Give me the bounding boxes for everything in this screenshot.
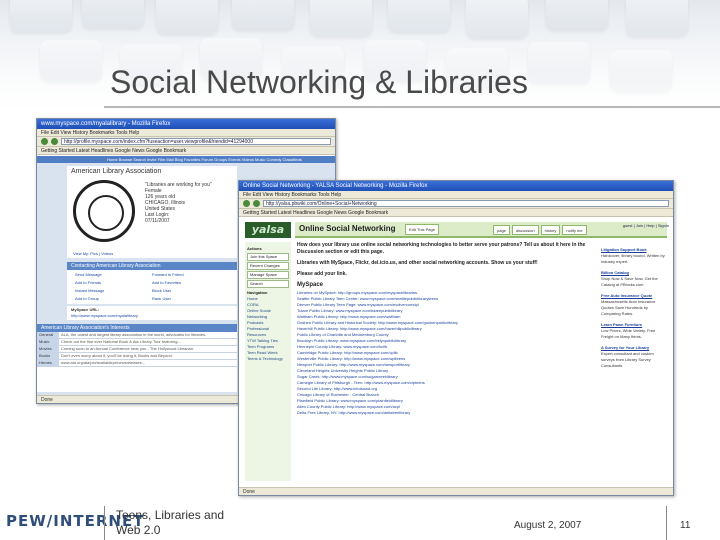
user-links[interactable]: guest | Join | Help | Signin xyxy=(623,223,669,228)
tab-notify[interactable]: notify me xyxy=(562,225,587,235)
footer-caption: Teens, Libraries and Web 2.0 xyxy=(116,508,225,537)
instant-message-link[interactable]: Instant Message xyxy=(75,287,152,295)
footer-bar: PEW/INTERNET Teens, Libraries and Web 2.… xyxy=(0,506,720,540)
interests-header: American Library Association's Interests xyxy=(37,324,237,332)
table-row: General ALA, the oldest and largest libra… xyxy=(37,332,237,339)
contact-header: Contacting American Library Association xyxy=(67,262,237,270)
myspace-url-box: MySpace URL: http://www.myspace.com/myal… xyxy=(67,306,237,320)
send-message-link[interactable]: Send Message xyxy=(75,271,152,279)
list-item[interactable]: Delta Free Library, NY: http://www.myspa… xyxy=(297,410,587,416)
url-field[interactable]: http://profile.myspace.com/index.cfm?fus… xyxy=(61,138,331,145)
join-space-button[interactable]: Join this Space xyxy=(247,253,289,261)
profile-name: American Library Association xyxy=(71,168,162,175)
tab-history[interactable]: history xyxy=(540,225,561,235)
wiki-sidebar: Actions Join this Space Recent Changes M… xyxy=(245,242,291,481)
url-field[interactable]: http://yalsa.pbwiki.com/Online+Social+Ne… xyxy=(263,200,669,207)
page-number: 11 xyxy=(680,520,691,531)
contact-box: Send Message Forward to Friend Add to Fr… xyxy=(67,270,237,304)
yalsa-logo[interactable]: yalsa xyxy=(245,222,291,238)
keyboard-background-image xyxy=(0,0,720,120)
status-bar: Done xyxy=(239,487,673,495)
add-to-friends-link[interactable]: Add to Friends xyxy=(75,279,152,287)
manage-space-button[interactable]: Manage Space xyxy=(247,271,289,279)
sidebar-item-professional-resources[interactable]: Professional Resources xyxy=(247,326,289,338)
table-row: Heroes www.ala.org/ala/pio/availablepr/ne… xyxy=(37,360,237,367)
window-title: www.myspace.com/myalalibrary - Mozilla F… xyxy=(37,119,335,129)
back-icon[interactable] xyxy=(243,200,250,207)
tab-discussion[interactable]: discussion xyxy=(511,225,539,235)
table-row: Books Don't even worry about it, you'll b… xyxy=(37,353,237,360)
address-bar: http://profile.myspace.com/index.cfm?fus… xyxy=(37,137,335,147)
table-row: Movies Coming soon to an Annual Conferenc… xyxy=(37,346,237,353)
view-my-links[interactable]: View My: Pics | Videos xyxy=(73,251,113,256)
add-to-group-link[interactable]: Add to Group xyxy=(75,295,152,303)
bookmarks-bar[interactable]: Getting Started Latest Headlines Google … xyxy=(239,209,673,217)
wiki-header: Online Social Networking Edit This Page … xyxy=(295,222,667,238)
add-to-favorites-link[interactable]: Add to Favorites xyxy=(152,279,229,287)
browser-window-yalsa-wiki: Online Social Networking - YALSA Social … xyxy=(238,180,674,496)
tab-page[interactable]: page xyxy=(493,225,510,235)
block-user-link[interactable]: Block User xyxy=(152,287,229,295)
rank-user-link[interactable]: Rank User xyxy=(152,295,229,303)
forward-icon[interactable] xyxy=(253,200,260,207)
slide-title: Social Networking & Libraries xyxy=(110,64,528,100)
wiki-main-content: How does your library use online social … xyxy=(297,242,587,481)
profile-info: "Libraries are working for you" Female 1… xyxy=(145,182,212,224)
intro-text-2: Libraries with MySpace, Flickr, del.icio… xyxy=(297,260,538,266)
menu-bar[interactable]: File Edit View History Bookmarks Tools H… xyxy=(37,129,335,137)
forward-icon[interactable] xyxy=(51,138,58,145)
interests-table: General ALA, the oldest and largest libra… xyxy=(37,332,237,392)
window-title: Online Social Networking - YALSA Social … xyxy=(239,181,673,191)
table-row: Music Check out the first ever National B… xyxy=(37,339,237,346)
search-input[interactable]: Search xyxy=(247,280,289,288)
forward-to-friend-link[interactable]: Forward to Friend xyxy=(152,271,229,279)
profile-box: American Library Association "Libraries … xyxy=(67,166,237,258)
back-icon[interactable] xyxy=(41,138,48,145)
title-divider xyxy=(104,106,720,108)
footer-divider xyxy=(104,506,105,540)
wiki-page: yalsa Online Social Networking Edit This… xyxy=(239,218,673,487)
footer-date: August 2, 2007 xyxy=(514,520,582,531)
ala-seal-logo xyxy=(73,180,135,242)
page-title: Online Social Networking xyxy=(299,224,396,233)
intro-text: How does your library use online social … xyxy=(297,242,586,255)
address-bar: http://yalsa.pbwiki.com/Online+Social+Ne… xyxy=(239,199,673,209)
myspace-nav[interactable]: Home Browse Search Invite Film Mail Blog… xyxy=(37,156,335,163)
recent-changes-button[interactable]: Recent Changes xyxy=(247,262,289,270)
edit-page-button[interactable]: Edit This Page xyxy=(405,224,439,235)
ad-panel: Litigation Support Book Hardcover, libra… xyxy=(601,242,667,481)
menu-bar[interactable]: File Edit View History Bookmarks Tools H… xyxy=(239,191,673,199)
sidebar-item-online-social-networking[interactable]: Online Social Networking xyxy=(247,308,289,320)
wiki-tabs: page discussion history notify me xyxy=(493,225,587,235)
intro-text-3: Please add your link. xyxy=(297,271,347,277)
section-heading: MySpace xyxy=(297,282,324,288)
bookmarks-bar[interactable]: Getting Started Latest Headlines Google … xyxy=(37,147,335,155)
sidebar-item-teens-technology[interactable]: Teens & Technology xyxy=(247,356,289,362)
footer-divider xyxy=(666,506,667,540)
